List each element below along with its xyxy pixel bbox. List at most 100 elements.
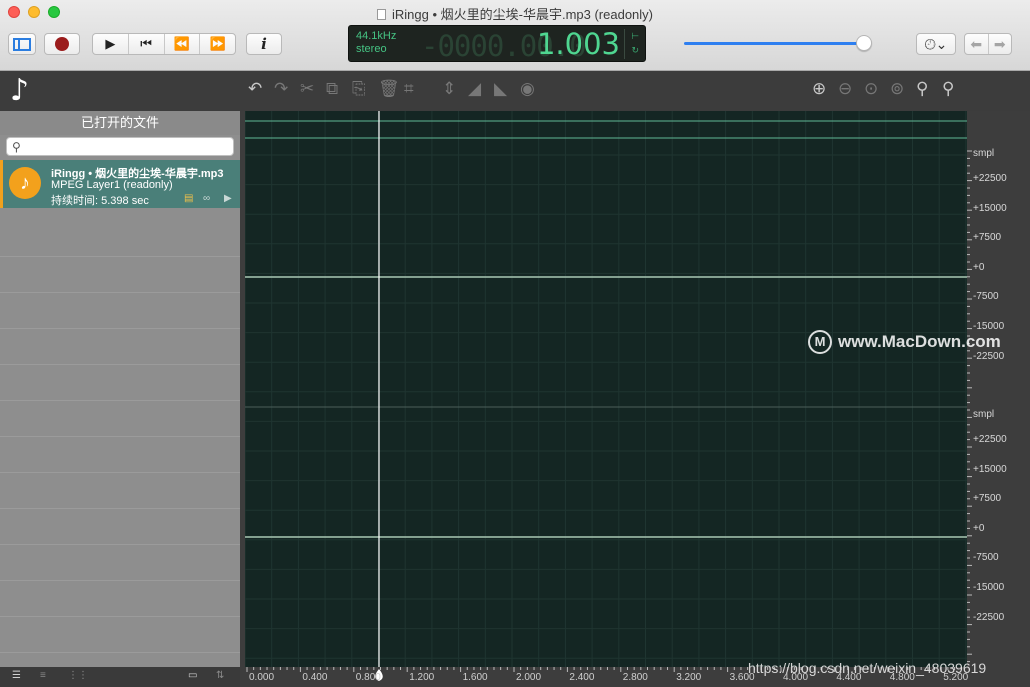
zoom-selection-icon[interactable]: ⊚ xyxy=(890,79,904,99)
record-icon xyxy=(55,37,69,51)
ruler-label: 2.400 xyxy=(569,672,595,683)
toggle-sidebar-button[interactable] xyxy=(8,33,36,55)
csdn-watermark: https://blog.csdn.net/weixin_48039619 xyxy=(748,660,987,676)
macdown-watermark: Mwww.MacDown.com xyxy=(808,330,1001,354)
document-icon xyxy=(377,9,386,20)
amplitude-scale: smpl +22500 +15000 +7500 +0 -7500 -15000 -22500… xyxy=(967,111,1030,667)
transport-controls: ▶ ⏮ ⏪ ⏩ xyxy=(92,33,236,55)
scale-tick-label: +7500 xyxy=(973,232,1002,244)
list-divider xyxy=(0,328,240,329)
time-display: 44.1kHz stereo -0000.00.0 1.003 ⊢ ↻ xyxy=(348,25,646,63)
list-divider xyxy=(0,292,240,293)
rewind-icon: ⏪ xyxy=(173,36,190,51)
list-divider xyxy=(0,364,240,365)
scale-tick-label: +15000 xyxy=(973,463,1007,475)
scale-tick-label: +7500 xyxy=(973,493,1002,505)
normalize-icon[interactable]: ⇕ xyxy=(442,79,456,99)
scale-tick-label: +0 xyxy=(973,261,985,273)
effects-icon[interactable]: ◉ xyxy=(520,79,535,99)
window-title-text: iRingg • 烟火里的尘埃-华晨宇.mp3 (readonly) xyxy=(392,7,653,22)
volume-slider-track[interactable] xyxy=(684,42,870,45)
arrow-right-icon: ➡ xyxy=(993,35,1006,52)
sidebar-top-bar: ♪ xyxy=(0,71,240,111)
scale-tick-label: +15000 xyxy=(973,202,1007,214)
redo-icon[interactable]: ↷ xyxy=(274,79,288,99)
info-button[interactable]: i xyxy=(246,33,282,55)
fade-out-icon[interactable]: ◣ xyxy=(494,79,507,99)
ruler-label: 0.800 xyxy=(355,672,381,683)
search-icon: ⚲ xyxy=(12,140,21,154)
zoom-in-icon[interactable]: ⊕ xyxy=(812,79,826,99)
list-divider xyxy=(0,652,240,653)
compact-list-icon[interactable]: ≡ xyxy=(40,670,46,681)
ruler-label: 1.200 xyxy=(409,672,435,683)
back-button[interactable]: ⬅ xyxy=(965,34,989,54)
file-search-field[interactable]: ⚲ xyxy=(6,137,234,156)
ruler-label: 3.200 xyxy=(676,672,702,683)
undo-icon[interactable]: ↶ xyxy=(248,79,262,99)
sidebar-header: 已打开的文件 xyxy=(0,111,240,135)
sidebar-icon xyxy=(13,37,31,51)
search-input[interactable] xyxy=(27,139,227,154)
scale-tick-label: -15000 xyxy=(973,582,1005,593)
grid-view-icon[interactable]: ⋮⋮ xyxy=(68,670,88,681)
waveform-grid xyxy=(245,111,967,667)
history-menu-button[interactable]: 🕘︎⌄ xyxy=(916,33,956,55)
scale-unit-label: smpl xyxy=(973,148,995,159)
sidebar: ♪ 已打开的文件 ⚲ ♪ iRingg • 烟火里的尘埃-华晨宇.mp3 MPE… xyxy=(0,71,240,687)
fade-in-icon[interactable]: ◢ xyxy=(468,79,481,99)
delete-icon[interactable]: 🗑︎ xyxy=(378,79,400,99)
audio-format-readout: 44.1kHz stereo xyxy=(356,30,396,56)
ruler-label: 2.800 xyxy=(622,672,648,683)
arrow-left-icon: ⬅ xyxy=(970,35,983,52)
save-icon[interactable]: ▤ xyxy=(184,193,193,204)
scale-tick-label: +22500 xyxy=(973,173,1007,184)
crop-icon[interactable]: ⌗ xyxy=(404,79,414,99)
cut-icon[interactable]: ✂ xyxy=(300,79,314,99)
ruler-label: 1.600 xyxy=(462,672,488,683)
marker-in-icon[interactable]: ⚲ xyxy=(916,79,928,99)
scale-tick-label: +22500 xyxy=(973,434,1007,445)
play-button[interactable]: ▶ xyxy=(93,34,129,54)
open-file-item[interactable]: ♪ iRingg • 烟火里的尘埃-华晨宇.mp3 MPEG Layer1 (r… xyxy=(0,160,240,208)
list-divider xyxy=(0,508,240,509)
list-divider xyxy=(0,400,240,401)
image-icon[interactable]: ▭ xyxy=(188,670,197,681)
rewind-button[interactable]: ⏪ xyxy=(165,34,201,54)
zoom-out-icon[interactable]: ⊖ xyxy=(838,79,852,99)
waveform-canvas xyxy=(245,111,967,667)
file-format: MPEG Layer1 (readonly) xyxy=(51,179,173,191)
link-icon[interactable]: ∞ xyxy=(203,193,210,204)
volume-slider-knob[interactable] xyxy=(856,35,873,51)
sort-icon[interactable]: ⇅ xyxy=(216,670,224,681)
skip-start-icon: ⏮ xyxy=(140,36,152,51)
info-icon: i xyxy=(261,35,267,53)
scale-tick-label: -7500 xyxy=(973,291,999,303)
zoom-fit-icon[interactable]: ⊙ xyxy=(864,79,878,99)
file-duration: 持续时间: 5.398 sec xyxy=(51,195,149,207)
skip-to-start-button[interactable]: ⏮ xyxy=(129,34,165,54)
time-format-icon[interactable]: ⊢ xyxy=(631,31,639,42)
list-divider xyxy=(0,436,240,437)
list-divider xyxy=(0,256,240,257)
copy-icon[interactable]: ⧉ xyxy=(326,79,338,99)
loop-icon[interactable]: ↻ xyxy=(631,45,639,56)
scale-unit-label: smpl xyxy=(973,409,995,420)
scale-tick-label: -7500 xyxy=(973,552,999,564)
title-toolbar: iRingg • 烟火里的尘埃-华晨宇.mp3 (readonly) ▶ ⏮ ⏪… xyxy=(0,0,1030,71)
waveform-view[interactable] xyxy=(245,111,967,667)
marker-out-icon[interactable]: ⚲ xyxy=(942,79,954,99)
paste-icon[interactable]: ⎘ xyxy=(352,79,366,99)
scale-tick-label: -22500 xyxy=(973,611,1005,623)
sidebar-bottom-bar: ☰ ≡ ⋮⋮ ▭ ⇅ xyxy=(0,667,240,687)
app-window: iRingg • 烟火里的尘埃-华晨宇.mp3 (readonly) ▶ ⏮ ⏪… xyxy=(0,0,1030,687)
play-file-icon[interactable]: ▶ xyxy=(224,193,232,204)
record-button[interactable] xyxy=(44,33,80,55)
forward-button[interactable]: ➡ xyxy=(989,34,1012,54)
fast-forward-button[interactable]: ⏩ xyxy=(200,34,235,54)
list-divider xyxy=(0,472,240,473)
ruler-label: 0.000 xyxy=(249,672,275,683)
list-view-icon[interactable]: ☰ xyxy=(12,670,21,681)
list-divider xyxy=(0,616,240,617)
ruler-label: 2.000 xyxy=(516,672,542,683)
